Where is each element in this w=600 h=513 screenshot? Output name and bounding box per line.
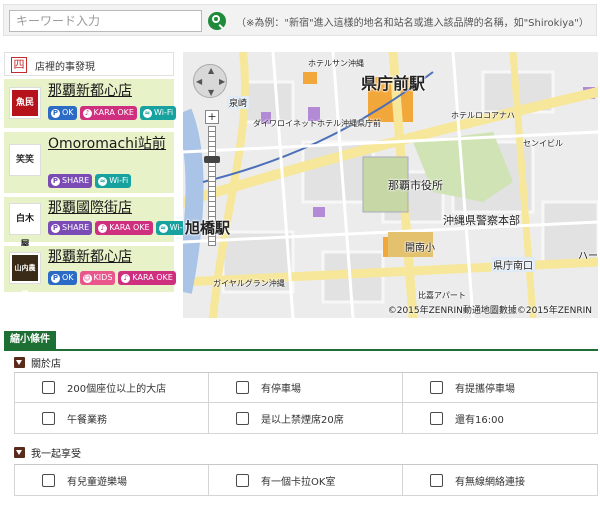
parking-icon: P [51, 176, 60, 186]
checkbox[interactable] [42, 381, 55, 394]
store-name-link[interactable]: 那覇新都心店 [48, 249, 132, 266]
filter-divider [4, 349, 598, 351]
filter-option[interactable]: 有停車場 [209, 373, 403, 403]
karaoke-icon: ♪ [98, 223, 108, 233]
parking-ok-badge: P OK [48, 271, 77, 285]
map-label-school: 開南小 [405, 243, 435, 254]
map-copyright: ©2015年ZENRIN動通地圖數據©2015年ZENRIN [387, 306, 592, 316]
map-view[interactable]: ▲ ▼ ◀ ▶ + 県庁前駅 旭橋駅 那覇市役所 沖縄県警察本部 開南小 県庁南… [183, 52, 598, 318]
map-label-south-gate: 県庁南口 [491, 257, 535, 272]
checkbox[interactable] [430, 381, 443, 394]
pan-up-icon[interactable]: ▲ [208, 66, 214, 75]
map-label-apartment: 比嘉アパート [418, 291, 466, 300]
karaoke-icon: ♪ [82, 108, 92, 118]
filter-tab[interactable]: 縮小條件 [4, 331, 56, 349]
karaoke-badge: ♪ KARA OKE [95, 221, 153, 235]
map-label-mall: ガイヤルグラン沖縄 [213, 279, 285, 288]
checkbox[interactable] [236, 473, 249, 487]
filter-option[interactable]: 有兒童遊樂場 [15, 465, 209, 495]
kids-icon: ☺ [82, 273, 92, 283]
filter-grid-store: 200個座位以上的大店 有停車場 有提攜停車場 午餐業務 是以上禁煙席20席 還… [14, 372, 598, 434]
search-hint: （※為例："新宿"進入這樣的地名和站名或進入該品牌的名稱，如"Shirokiya… [236, 18, 589, 29]
parking-share-badge: P SHARE [48, 221, 93, 235]
wifi-icon: ≈ [98, 176, 108, 186]
store-tags: P OK ☺ KIDS ♪ KARA OKE [48, 271, 176, 285]
checkbox[interactable] [42, 473, 55, 487]
filter-option[interactable]: 還有16:00 [403, 403, 597, 433]
parking-ok-badge: P OK [48, 106, 77, 120]
zoom-in-button[interactable]: + [205, 110, 219, 124]
store-name-link[interactable]: 那覇國際街店 [48, 200, 132, 217]
store-tags: P OK ♪ KARA OKE ≈ Wi-Fi [48, 106, 177, 120]
filter-option[interactable]: 是以上禁煙席20席 [209, 403, 403, 433]
zoom-slider-handle[interactable] [204, 156, 220, 163]
store-item[interactable]: 白木屋 那覇國際街店 P SHARE ♪ KARA OKE ≈ Wi-Fi [4, 197, 192, 250]
filter-option[interactable]: 有無線網絡連接 [403, 465, 597, 495]
pan-right-icon[interactable]: ▶ [219, 77, 225, 86]
store-name-link[interactable]: 那覇新都心店 [48, 83, 132, 100]
map-pan-control[interactable]: ▲ ▼ ◀ ▶ [193, 64, 227, 98]
parking-share-badge: P SHARE [48, 174, 93, 188]
checkbox[interactable] [236, 381, 249, 394]
filter-grid-enjoy: 有兒童遊樂場 有一個卡拉OK室 有無線網絡連接 [14, 464, 598, 496]
search-icon [212, 15, 220, 23]
pan-left-icon[interactable]: ◀ [196, 77, 202, 86]
store-logo: 山内農場 [9, 252, 41, 298]
store-logo: 白木屋 [9, 203, 41, 250]
sidebar-header: 四 店裡的事發現 [4, 52, 174, 76]
map-label-hotel-daiwa: ダイワロイネットホテル沖縄県庁前 [253, 119, 381, 128]
map-label-city-hall: 那覇市役所 [388, 179, 443, 192]
map-label-senmai: センイビル [523, 139, 563, 148]
store-logo: 魚民 [9, 87, 41, 119]
store-item[interactable]: 魚民 那覇新都心店 P OK ♪ KARA OKE ≈ Wi-Fi [4, 79, 177, 130]
wifi-badge: ≈ Wi-Fi [95, 174, 132, 188]
collapse-arrow-icon [14, 447, 25, 458]
search-bar: （※為例："新宿"進入這樣的地名和站名或進入該品牌的名稱，如"Shirokiya… [3, 4, 597, 36]
checkbox[interactable] [430, 411, 443, 425]
section-header-store[interactable]: 關於店 [14, 355, 61, 370]
map-label-station: 県庁前駅 [361, 74, 426, 93]
karaoke-icon: ♪ [121, 273, 131, 283]
checkbox[interactable] [42, 411, 55, 425]
store-item[interactable]: 山内農場 那覇新都心店 P OK ☺ KIDS ♪ KARA OKE [4, 246, 176, 298]
karaoke-badge: ♪ KARA OKE [118, 271, 176, 285]
filter-option[interactable]: 200個座位以上的大店 [15, 373, 209, 403]
section-header-enjoy[interactable]: 我一起享受 [14, 445, 81, 460]
checkbox[interactable] [236, 411, 249, 425]
checkbox[interactable] [430, 473, 443, 487]
map-label-hotel-aqua: ホテルロコアナハ [451, 111, 515, 120]
sidebar-header-label: 店裡的事發現 [35, 62, 95, 73]
filter-option[interactable]: 午餐業務 [15, 403, 209, 433]
collapse-arrow-icon [14, 357, 25, 368]
store-tags: P SHARE ≈ Wi-Fi [48, 174, 132, 188]
search-button[interactable] [208, 12, 226, 30]
search-input[interactable] [9, 10, 202, 32]
wifi-badge: ≈ Wi-Fi [139, 106, 177, 120]
parking-icon: P [51, 273, 60, 283]
store-logo: 笑笑 [9, 144, 41, 176]
store-name-link[interactable]: Omoromachi站前 [48, 136, 166, 153]
map-label-station-left: 旭橋駅 [185, 219, 231, 237]
shop-logo-icon: 四 [11, 57, 27, 73]
wifi-icon: ≈ [158, 223, 168, 233]
store-item[interactable]: 笑笑 Omoromachi站前 P SHARE ≈ Wi-Fi [4, 132, 174, 195]
filter-option[interactable]: 有一個卡拉OK室 [209, 465, 403, 495]
wifi-icon: ≈ [142, 108, 152, 118]
parking-icon: P [51, 108, 60, 118]
filter-option[interactable]: 有提攜停車場 [403, 373, 597, 403]
pan-down-icon[interactable]: ▼ [208, 88, 214, 97]
store-tags: P SHARE ♪ KARA OKE ≈ Wi-Fi [48, 221, 192, 235]
map-label-hotel-sun: ホテルサン沖縄 [308, 59, 364, 68]
map-label-izumizaki: 泉崎 [227, 96, 250, 109]
filter-panel: 縮小條件 關於店 200個座位以上的大店 有停車場 有提攜停車場 午餐業務 是以… [4, 331, 598, 511]
karaoke-badge: ♪ KARA OKE [79, 106, 137, 120]
map-label-police: 沖縄県警察本部 [443, 214, 520, 227]
kids-badge: ☺ KIDS [79, 271, 116, 285]
parking-icon: P [51, 223, 60, 233]
store-sidebar: 四 店裡的事發現 魚民 那覇新都心店 P OK ♪ KARA OKE ≈ Wi-Fi … [4, 52, 192, 298]
map-label-harbor: ハー [578, 251, 598, 262]
